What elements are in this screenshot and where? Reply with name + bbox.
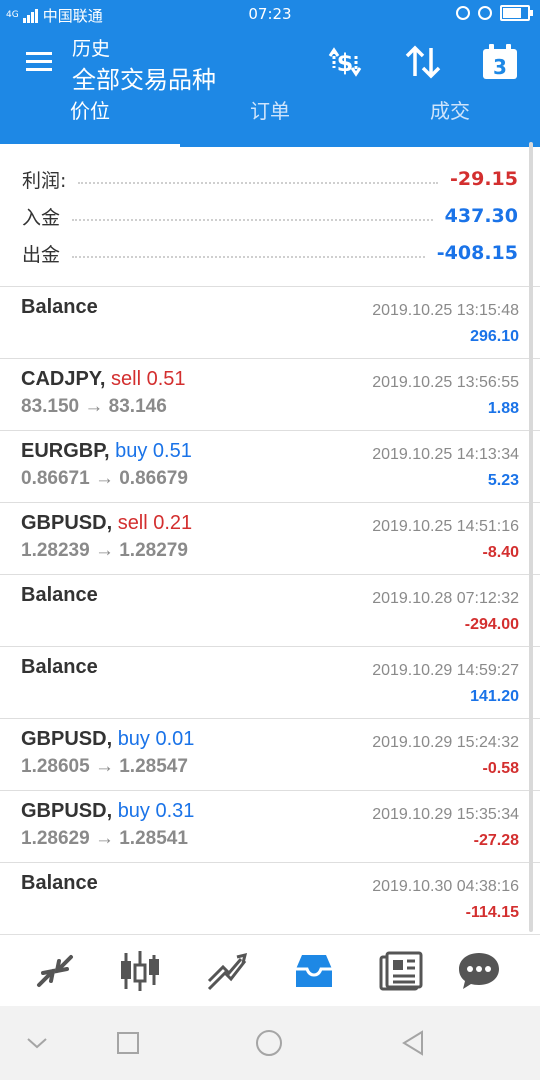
app-bar: 历史 全部交易品种 $ 3 价位 订单 成交 <box>0 28 540 147</box>
deal-symbol: Balance <box>21 584 98 606</box>
deal-action: buy 0.51 <box>115 440 192 462</box>
deal-row[interactable]: GBPUSD, buy 0.31 1.28629 → 1.28541 2019.10… <box>0 790 540 863</box>
deal-row[interactable]: Balance 2019.10.29 14:59:27 141.20 <box>0 646 540 719</box>
dotted-leader <box>78 174 439 184</box>
deal-title: GBPUSD, sell 0.21 <box>21 512 192 535</box>
home-circle-icon[interactable] <box>254 1028 284 1058</box>
deal-title: GBPUSD, buy 0.31 <box>21 800 194 823</box>
summary-value: 437.30 <box>444 205 518 227</box>
deal-profit: 1.88 <box>487 400 519 417</box>
deal-row[interactable]: Balance 2019.10.30 04:38:16 -114.15 <box>0 862 540 935</box>
menu-button[interactable] <box>24 48 56 76</box>
summary-value: -29.15 <box>450 168 518 190</box>
calendar-icon[interactable]: 3 <box>480 42 520 82</box>
symbol-filter-title[interactable]: 全部交易品种 <box>72 60 216 95</box>
candlestick-chart-icon[interactable] <box>116 947 164 995</box>
deal-row[interactable]: Balance 2019.10.25 13:15:48 296.10 <box>0 286 540 359</box>
deal-profit: -8.40 <box>482 544 519 561</box>
deal-time: 2019.10.25 13:56:55 <box>372 374 519 391</box>
deal-profit: -114.15 <box>465 904 519 921</box>
calendar-day: 3 <box>493 55 507 79</box>
deal-time: 2019.10.25 13:15:48 <box>372 302 519 319</box>
page-title: 历史 <box>72 38 111 60</box>
summary-panel: 利润: -29.15 入金 437.30 出金 -408.15 <box>0 147 540 287</box>
deal-time: 2019.10.30 04:38:16 <box>372 878 519 895</box>
currency-exchange-icon[interactable]: $ <box>322 42 368 82</box>
deal-profit: -294.00 <box>464 616 519 633</box>
deal-symbol: CADJPY, <box>21 368 106 390</box>
deal-profit: 5.23 <box>487 472 519 489</box>
deal-symbol: Balance <box>21 656 98 678</box>
summary-value: -408.15 <box>436 242 518 264</box>
deal-time: 2019.10.25 14:51:16 <box>372 518 519 535</box>
tab-bar: 价位 订单 成交 <box>0 98 540 147</box>
system-nav-bar <box>0 1006 540 1080</box>
deal-time: 2019.10.29 14:59:27 <box>372 662 519 679</box>
deal-row[interactable]: GBPUSD, sell 0.21 1.28239 → 1.28279 2019.1… <box>0 502 540 575</box>
deal-profit: -0.58 <box>482 760 519 777</box>
deal-title: Balance <box>21 656 98 679</box>
deal-time: 2019.10.29 15:35:34 <box>372 806 519 823</box>
status-bar: 4G 中国联通 07:23 <box>0 0 540 28</box>
deal-symbol: Balance <box>21 296 98 318</box>
status-right <box>456 5 533 21</box>
lock-rotation-icon <box>456 6 470 20</box>
alarm-icon <box>478 6 492 20</box>
summary-profit-row: 利润: -29.15 <box>22 164 518 194</box>
deal-title: GBPUSD, buy 0.01 <box>21 728 194 751</box>
scrollbar[interactable] <box>529 142 533 932</box>
recents-square-icon[interactable] <box>113 1028 143 1058</box>
deal-profit: -27.28 <box>473 832 519 849</box>
battery-icon <box>500 5 533 21</box>
deal-action: buy 0.31 <box>117 800 195 822</box>
deal-profit: 296.10 <box>470 328 519 345</box>
trade-icon[interactable] <box>203 947 251 995</box>
deal-time: 2019.10.28 07:12:32 <box>372 590 519 607</box>
deal-profit: 141.20 <box>470 688 519 705</box>
deal-row[interactable]: Balance 2019.10.28 07:12:32 -294.00 <box>0 574 540 647</box>
chat-icon[interactable] <box>455 947 503 995</box>
deal-title: Balance <box>21 872 98 895</box>
quotes-icon[interactable] <box>31 947 79 995</box>
deal-title: Balance <box>21 584 98 607</box>
deal-title: Balance <box>21 296 98 319</box>
deal-prices: 1.28239 → 1.28279 <box>21 540 188 561</box>
chevron-down-icon[interactable] <box>22 1028 52 1058</box>
news-icon[interactable] <box>377 947 425 995</box>
tab-price[interactable]: 价位 <box>0 98 180 147</box>
history-inbox-icon[interactable] <box>290 947 338 995</box>
deal-symbol: GBPUSD, <box>21 512 113 534</box>
deal-action: sell 0.51 <box>111 368 186 390</box>
deal-symbol: GBPUSD, <box>21 800 113 822</box>
deal-title: CADJPY, sell 0.51 <box>21 368 186 391</box>
sort-icon[interactable] <box>400 42 446 82</box>
deal-action: buy 0.01 <box>117 728 195 750</box>
deal-prices: 1.28605 → 1.28547 <box>21 756 188 777</box>
summary-label: 入金 <box>22 206 61 229</box>
deal-prices: 0.86671 → 0.86679 <box>21 468 188 489</box>
svg-text:$: $ <box>337 49 354 77</box>
tab-deals[interactable]: 成交 <box>360 98 540 147</box>
bottom-nav <box>0 934 540 1007</box>
deal-time: 2019.10.25 14:13:34 <box>372 446 519 463</box>
summary-label: 利润: <box>22 169 67 192</box>
deal-row[interactable]: GBPUSD, buy 0.01 1.28605 → 1.28547 2019.10… <box>0 718 540 791</box>
deal-symbol: Balance <box>21 872 98 894</box>
deal-action: sell 0.21 <box>117 512 193 534</box>
deal-row[interactable]: CADJPY, sell 0.51 83.150 → 83.146 2019.10.… <box>0 358 540 431</box>
deal-symbol: GBPUSD, <box>21 728 113 750</box>
deal-symbol: EURGBP, <box>21 440 110 462</box>
dotted-leader <box>72 248 425 258</box>
dotted-leader <box>72 211 433 221</box>
deal-prices: 1.28629 → 1.28541 <box>21 828 188 849</box>
summary-label: 出金 <box>22 243 61 266</box>
back-triangle-icon[interactable] <box>398 1028 428 1058</box>
deal-title: EURGBP, buy 0.51 <box>21 440 192 463</box>
deal-row[interactable]: EURGBP, buy 0.51 0.86671 → 0.86679 2019.10… <box>0 430 540 503</box>
tab-orders[interactable]: 订单 <box>180 98 360 147</box>
summary-withdrawal-row: 出金 -408.15 <box>22 238 518 268</box>
deal-prices: 83.150 → 83.146 <box>21 396 167 417</box>
deal-time: 2019.10.29 15:24:32 <box>372 734 519 751</box>
summary-deposit-row: 入金 437.30 <box>22 201 518 231</box>
